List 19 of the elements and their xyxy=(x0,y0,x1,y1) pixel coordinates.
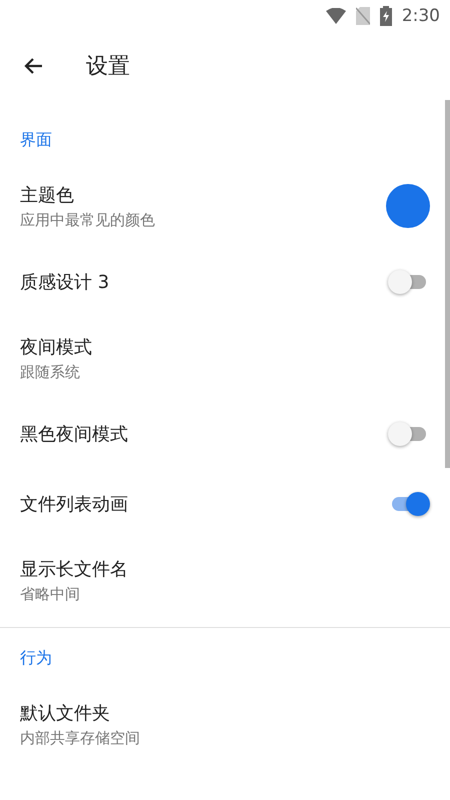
page-title: 设置 xyxy=(86,53,130,81)
color-swatch[interactable] xyxy=(386,184,430,228)
section-header: 行为 xyxy=(19,647,53,669)
wifi-icon xyxy=(326,8,346,24)
setting-summary: 应用中最常见的颜色 xyxy=(20,210,155,230)
setting-title[interactable]: 黑色夜间模式 xyxy=(20,422,128,446)
status-time: 2:30 xyxy=(402,6,440,26)
setting-summary: 省略中间 xyxy=(20,584,81,604)
setting-summary: 内部共享存储空间 xyxy=(20,728,140,748)
battery-icon xyxy=(380,6,392,26)
setting-title[interactable]: 质感设计 3 xyxy=(20,270,110,294)
setting-title[interactable]: 文件列表动画 xyxy=(20,492,128,516)
setting-title[interactable]: 显示长文件名 xyxy=(20,556,128,580)
section-header: 界面 xyxy=(19,129,53,151)
no-sim-icon xyxy=(356,7,370,25)
setting-title[interactable]: 夜间模式 xyxy=(20,334,92,358)
setting-title[interactable]: 默认文件夹 xyxy=(20,700,140,724)
setting-summary: 跟随系统 xyxy=(20,362,81,382)
setting-title[interactable]: 主题色 xyxy=(20,182,155,206)
